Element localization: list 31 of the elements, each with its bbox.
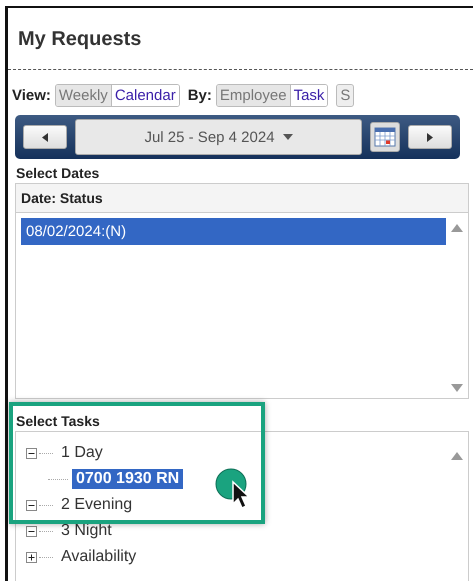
column-header: Date: Status <box>16 184 468 213</box>
view-option[interactable]: Weekly <box>56 85 111 106</box>
tree-item[interactable]: Availability <box>57 547 140 567</box>
scroll-down-icon[interactable] <box>451 384 463 392</box>
by-option[interactable]: Employee <box>216 85 290 106</box>
tree-item[interactable]: 1 Day <box>57 443 107 463</box>
date-list-item[interactable]: 08/02/2024:(N) <box>21 218 446 245</box>
by-option[interactable]: Task <box>290 85 328 106</box>
tree-item[interactable]: 3 Night <box>57 521 116 541</box>
toolbar-button[interactable]: S <box>336 84 354 107</box>
previous-button[interactable] <box>23 125 67 149</box>
scroll-up-icon[interactable] <box>451 224 463 232</box>
collapse-icon[interactable] <box>26 500 37 510</box>
page-title: My Requests <box>18 28 142 51</box>
next-button[interactable] <box>408 125 452 149</box>
right-triangle-icon <box>427 132 433 142</box>
section-heading: Select Dates <box>16 165 100 181</box>
view-option[interactable]: Calendar <box>110 85 179 106</box>
collapse-icon[interactable] <box>26 526 37 536</box>
scroll-up-icon[interactable] <box>451 452 463 460</box>
collapse-icon[interactable] <box>26 448 37 458</box>
calendar-icon[interactable] <box>370 122 400 152</box>
view-label: View: <box>12 87 51 104</box>
dropdown-caret-icon <box>282 134 293 140</box>
tree-item[interactable]: 2 Evening <box>57 495 136 515</box>
tree-item[interactable]: 0700 1930 RN <box>72 469 184 489</box>
expand-icon[interactable] <box>26 552 37 562</box>
by-label: By: <box>188 87 212 104</box>
left-triangle-icon <box>42 132 48 142</box>
section-heading: Select Tasks <box>16 413 101 429</box>
date-range-dropdown[interactable]: Jul 25 - Sep 4 2024 <box>75 119 362 155</box>
